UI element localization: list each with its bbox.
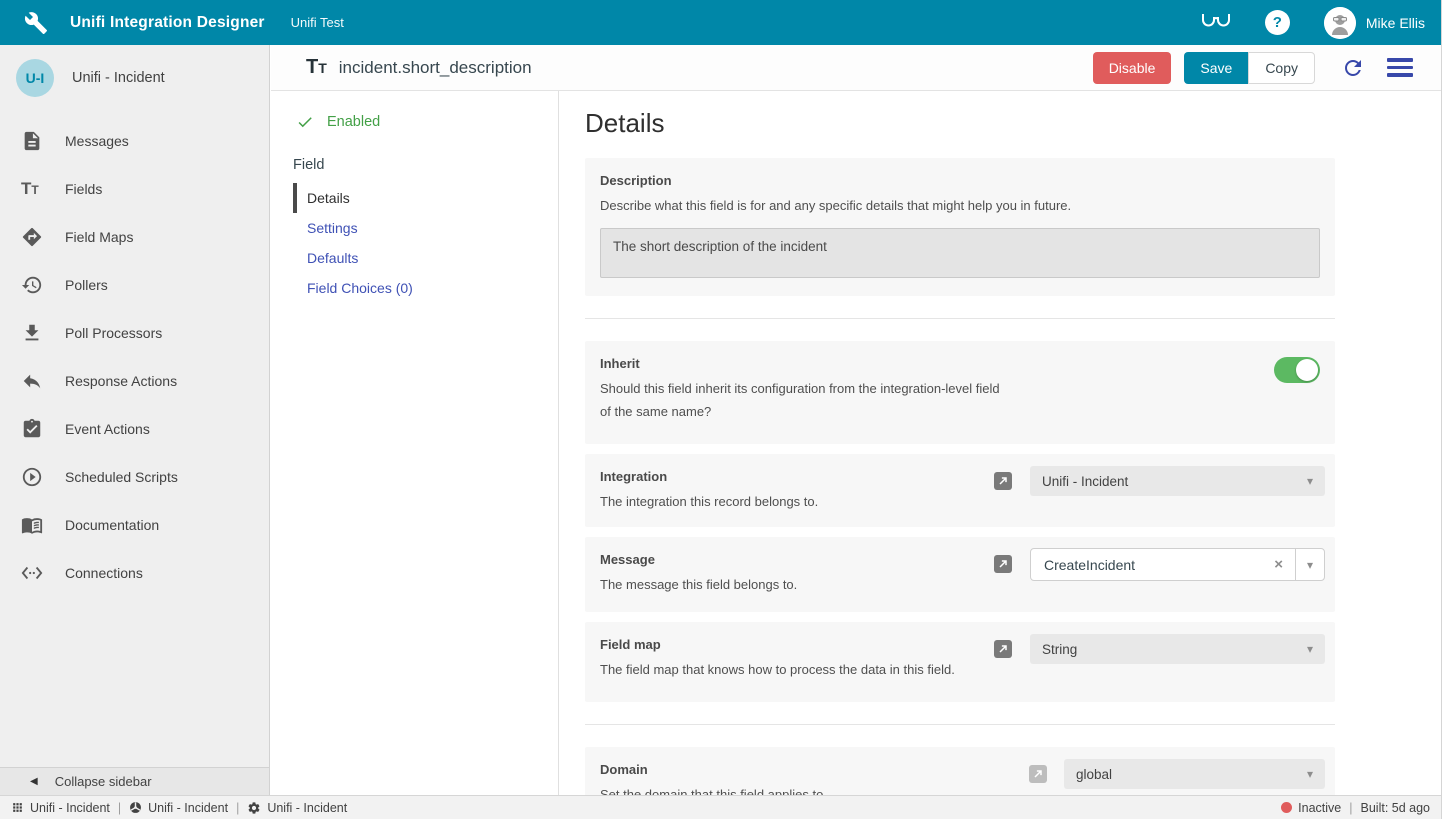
sidebar-item-fields[interactable]: TT Fields bbox=[0, 165, 269, 213]
gear-icon bbox=[247, 801, 261, 815]
chevron-down-icon: ▾ bbox=[1307, 767, 1313, 781]
clear-icon[interactable]: × bbox=[1262, 556, 1295, 573]
chevron-down-icon: ▾ bbox=[1307, 642, 1313, 656]
help-icon[interactable]: ? bbox=[1265, 10, 1290, 35]
sidebar-item-response-actions[interactable]: Response Actions bbox=[0, 357, 269, 405]
wrench-icon bbox=[24, 11, 48, 35]
subnav-item-defaults[interactable]: Defaults bbox=[293, 243, 558, 273]
main-content: Enabled Field Details Settings Defaults … bbox=[271, 91, 1441, 795]
section-divider bbox=[585, 318, 1335, 319]
section-divider bbox=[585, 724, 1335, 725]
inherit-toggle[interactable] bbox=[1274, 357, 1320, 383]
sidebar-item-event-actions[interactable]: Event Actions bbox=[0, 405, 269, 453]
integration-select[interactable]: Unifi - Incident ▾ bbox=[1030, 466, 1325, 496]
sidebar-item-field-maps[interactable]: Field Maps bbox=[0, 213, 269, 261]
integration-name: Unifi - Incident bbox=[72, 70, 165, 86]
collapse-sidebar-label: Collapse sidebar bbox=[55, 774, 152, 789]
disable-button[interactable]: Disable bbox=[1093, 52, 1172, 84]
hamburger-menu-icon[interactable] bbox=[1387, 58, 1413, 77]
built-label: Built: 5d ago bbox=[1361, 801, 1431, 815]
code-brackets-icon bbox=[21, 562, 43, 584]
user-name[interactable]: Mike Ellis bbox=[1366, 15, 1425, 31]
message-combobox[interactable]: CreateIncident × ▾ bbox=[1030, 548, 1325, 581]
sidebar-item-messages[interactable]: Messages bbox=[0, 117, 269, 165]
sidebar-menu: Messages TT Fields Field Maps Pollers Po… bbox=[0, 111, 269, 597]
toggle-knob bbox=[1296, 359, 1318, 381]
top-navbar: Unifi Integration Designer Unifi Test ? … bbox=[0, 0, 1441, 45]
inherit-help-line1: Should this field inherit its configurat… bbox=[600, 378, 1160, 399]
download-icon bbox=[21, 322, 43, 344]
app-window: Unifi Integration Designer Unifi Test ? … bbox=[0, 0, 1442, 819]
statusbar-breadcrumb-1[interactable]: Unifi - Incident bbox=[11, 801, 110, 815]
domain-select[interactable]: global ▾ bbox=[1064, 759, 1325, 789]
description-textarea[interactable]: The short description of the incident bbox=[600, 228, 1320, 278]
statusbar-breadcrumb-2[interactable]: Unifi - Incident bbox=[129, 801, 228, 815]
collapse-sidebar-button[interactable]: ◀ Collapse sidebar bbox=[0, 767, 269, 795]
enabled-label: Enabled bbox=[327, 114, 380, 130]
message-card: Message The message this field belongs t… bbox=[585, 537, 1335, 612]
history-icon bbox=[21, 274, 43, 296]
inherit-card: Inherit Should this field inherit its co… bbox=[585, 341, 1335, 444]
assignment-check-icon bbox=[21, 418, 43, 440]
app-title: Unifi Integration Designer bbox=[70, 14, 265, 32]
inactive-status-icon bbox=[1281, 802, 1292, 813]
play-circle-icon bbox=[21, 466, 43, 488]
statusbar-breadcrumb-3[interactable]: Unifi - Incident bbox=[247, 801, 347, 815]
inactive-label: Inactive bbox=[1298, 801, 1341, 815]
open-reference-icon[interactable] bbox=[994, 555, 1012, 573]
inherit-label: Inherit bbox=[600, 356, 1320, 371]
open-reference-icon bbox=[1029, 765, 1047, 783]
record-header: TT incident.short_description Disable Sa… bbox=[271, 45, 1441, 91]
reply-icon bbox=[21, 370, 43, 392]
record-title: incident.short_description bbox=[339, 58, 532, 78]
build-status: Inactive bbox=[1281, 801, 1341, 815]
collapse-arrow-icon: ◀ bbox=[30, 776, 38, 787]
open-reference-icon[interactable] bbox=[994, 640, 1012, 658]
open-reference-icon[interactable] bbox=[994, 472, 1012, 490]
sidebar-item-connections[interactable]: Connections bbox=[0, 549, 269, 597]
integration-card: Integration The integration this record … bbox=[585, 454, 1335, 527]
status-bar: Unifi - Incident | Unifi - Incident | Un… bbox=[0, 795, 1441, 819]
description-help: Describe what this field is for and any … bbox=[600, 195, 1160, 216]
sidebar-integration-header[interactable]: U-I Unifi - Incident bbox=[0, 45, 269, 111]
sidebar-item-poll-processors[interactable]: Poll Processors bbox=[0, 309, 269, 357]
refresh-icon[interactable] bbox=[1341, 56, 1365, 80]
chevron-down-icon[interactable]: ▾ bbox=[1295, 549, 1324, 580]
subnav-item-field-choices[interactable]: Field Choices (0) bbox=[293, 273, 558, 303]
enabled-status: Enabled bbox=[271, 107, 558, 137]
inherit-help-line2: of the same name? bbox=[600, 401, 1160, 422]
copy-button[interactable]: Copy bbox=[1248, 52, 1315, 84]
subnav-item-settings[interactable]: Settings bbox=[293, 213, 558, 243]
text-format-icon: TT bbox=[21, 179, 43, 199]
field-map-diamond-icon bbox=[21, 226, 43, 248]
field-map-select[interactable]: String ▾ bbox=[1030, 634, 1325, 664]
glasses-icon[interactable] bbox=[1201, 12, 1231, 33]
wheel-icon bbox=[129, 801, 142, 814]
grid-icon bbox=[11, 801, 24, 814]
book-icon bbox=[21, 514, 43, 536]
description-card: Description Describe what this field is … bbox=[585, 158, 1335, 296]
environment-label[interactable]: Unifi Test bbox=[291, 15, 344, 30]
subnav-section-field: Field bbox=[293, 153, 558, 177]
sidebar-item-pollers[interactable]: Pollers bbox=[0, 261, 269, 309]
sidebar-item-documentation[interactable]: Documentation bbox=[0, 501, 269, 549]
page-title: Details bbox=[585, 108, 1335, 139]
user-avatar[interactable] bbox=[1324, 7, 1356, 39]
sidebar: U-I Unifi - Incident Messages TT Fields … bbox=[0, 45, 270, 795]
document-icon bbox=[21, 130, 43, 152]
chevron-down-icon: ▾ bbox=[1307, 474, 1313, 488]
sidebar-item-scheduled-scripts[interactable]: Scheduled Scripts bbox=[0, 453, 269, 501]
record-subnav: Enabled Field Details Settings Defaults … bbox=[271, 91, 559, 795]
save-button[interactable]: Save bbox=[1184, 52, 1248, 84]
check-icon bbox=[296, 113, 314, 131]
field-map-card: Field map The field map that knows how t… bbox=[585, 622, 1335, 702]
subnav-item-details[interactable]: Details bbox=[293, 183, 558, 213]
text-field-type-icon: TT bbox=[306, 56, 327, 79]
description-label: Description bbox=[600, 173, 1320, 188]
details-form: Details Description Describe what this f… bbox=[559, 91, 1441, 795]
integration-avatar: U-I bbox=[16, 59, 54, 97]
